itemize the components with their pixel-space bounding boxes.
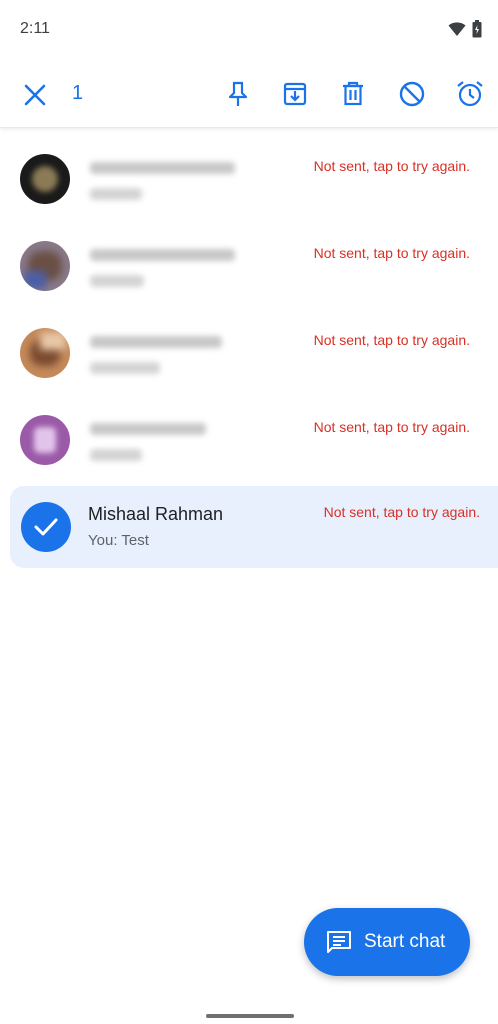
start-chat-button[interactable]: Start chat <box>304 908 470 976</box>
status-icons <box>448 20 482 38</box>
conversation-row[interactable]: Not sent, tap to try again. <box>0 399 498 486</box>
avatar <box>20 328 70 378</box>
start-chat-label: Start chat <box>364 931 446 952</box>
block-icon[interactable] <box>397 79 427 109</box>
status-time: 2:11 <box>20 20 50 37</box>
avatar <box>20 241 70 291</box>
conversation-row[interactable]: Not sent, tap to try again. <box>0 138 498 225</box>
selected-count: 1 <box>72 82 84 104</box>
pin-icon[interactable] <box>223 79 253 109</box>
selection-toolbar: 1 <box>0 60 498 128</box>
conversation-row[interactable]: Not sent, tap to try again. <box>0 225 498 312</box>
send-error-status[interactable]: Not sent, tap to try again. <box>324 504 480 520</box>
blurred-snippet <box>90 362 160 374</box>
avatar <box>20 415 70 465</box>
blurred-name <box>90 336 222 348</box>
delete-icon[interactable] <box>338 79 368 109</box>
send-error-status[interactable]: Not sent, tap to try again. <box>314 158 470 174</box>
blurred-snippet <box>90 275 144 287</box>
message-snippet: You: Test <box>88 532 149 549</box>
send-error-status[interactable]: Not sent, tap to try again. <box>314 245 470 261</box>
wifi-icon <box>448 22 466 36</box>
archive-icon[interactable] <box>280 79 310 109</box>
gesture-nav-handle[interactable] <box>206 1014 294 1018</box>
blurred-name <box>90 249 235 261</box>
snooze-icon[interactable] <box>455 79 485 109</box>
blurred-name <box>90 162 235 174</box>
avatar <box>20 154 70 204</box>
blurred-name <box>90 423 206 435</box>
conversation-row[interactable]: Not sent, tap to try again. <box>0 312 498 399</box>
selected-check-avatar <box>21 502 71 552</box>
status-bar: 2:11 <box>0 0 498 60</box>
message-icon <box>327 931 351 953</box>
blurred-snippet <box>90 449 142 461</box>
send-error-status[interactable]: Not sent, tap to try again. <box>314 332 470 348</box>
battery-icon <box>472 20 482 38</box>
blurred-snippet <box>90 188 142 200</box>
close-icon[interactable] <box>22 82 48 108</box>
conversation-row-selected[interactable]: Mishaal Rahman You: Test Not sent, tap t… <box>10 486 498 568</box>
send-error-status[interactable]: Not sent, tap to try again. <box>314 419 470 435</box>
check-icon <box>34 518 58 536</box>
contact-name: Mishaal Rahman <box>88 504 224 524</box>
conversation-list: Not sent, tap to try again. Not sent, ta… <box>0 138 498 568</box>
